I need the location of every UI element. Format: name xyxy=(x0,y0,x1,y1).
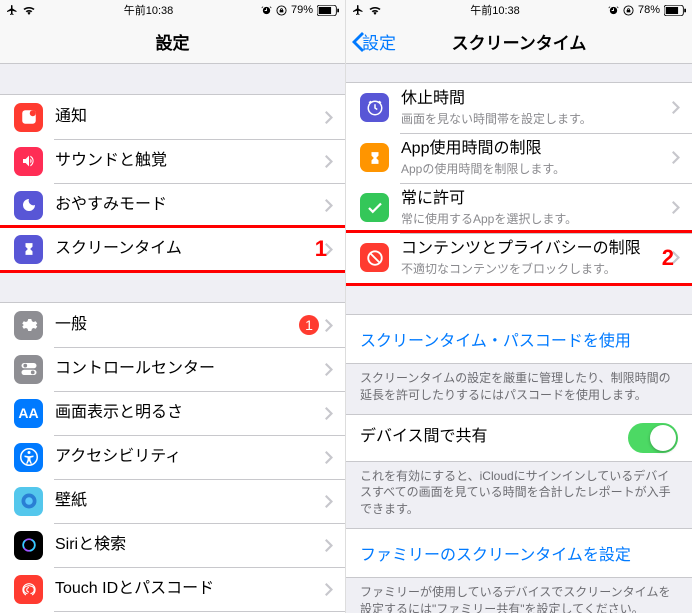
screentime-row-hourglass[interactable]: App使用時間の制限Appの使用時間を制限します。 xyxy=(346,133,692,183)
chevron-right-icon xyxy=(325,495,333,508)
row-label: 画面表示と明るさ xyxy=(55,403,319,424)
row-sublabel: 画面を見ない時間帯を設定します。 xyxy=(401,111,666,127)
share-label: デバイス間で共有 xyxy=(360,427,628,448)
share-description: これを有効にすると、iCloudにサインインしているデバイスすべての画面を見てい… xyxy=(346,462,692,528)
row-label: 休止時間 xyxy=(401,89,666,110)
nosign-icon xyxy=(360,243,389,272)
screentime-list[interactable]: 休止時間画面を見ない時間帯を設定します。App使用時間の制限Appの使用時間を制… xyxy=(346,64,692,613)
row-label: Touch IDとパスコード xyxy=(55,579,319,600)
siri-icon xyxy=(14,531,43,560)
airplane-icon xyxy=(6,4,18,16)
row-label: App使用時間の制限 xyxy=(401,139,666,160)
settings-row-fingerprint[interactable]: Touch IDとパスコード xyxy=(0,567,345,611)
settings-row-access[interactable]: アクセシビリティ xyxy=(0,435,345,479)
screentime-row-nosign[interactable]: コンテンツとプライバシーの制限不適切なコンテンツをブロックします。2 xyxy=(346,233,692,283)
status-time: 午前10:38 xyxy=(124,2,174,18)
hourglass-icon xyxy=(360,143,389,172)
settings-list[interactable]: 通知サウンドと触覚おやすみモードスクリーンタイム1 一般1コントロールセンターA… xyxy=(0,64,345,613)
gear-icon xyxy=(14,311,43,340)
back-button[interactable]: 設定 xyxy=(352,29,396,54)
access-icon xyxy=(14,443,43,472)
row-label: アクセシビリティ xyxy=(55,447,319,468)
row-label: 壁紙 xyxy=(55,491,319,512)
alarm-icon xyxy=(261,5,272,16)
passcode-description: スクリーンタイムの設定を厳重に管理したり、制限時間の延長を許可したりするにはパス… xyxy=(346,364,692,414)
alarm-icon xyxy=(608,5,619,16)
highlight-number: 1 xyxy=(315,236,327,262)
settings-row-wallpaper[interactable]: 壁紙 xyxy=(0,479,345,523)
nav-bar: 設定 スクリーンタイム xyxy=(346,20,692,64)
row-label: スクリーンタイム xyxy=(55,239,319,260)
moon-icon xyxy=(14,191,43,220)
wifi-icon xyxy=(22,5,36,15)
family-description: ファミリーが使用しているデバイスでスクリーンタイムを設定するには"ファミリー共有… xyxy=(346,578,692,613)
screentime-row-downtime[interactable]: 休止時間画面を見ない時間帯を設定します。 xyxy=(346,83,692,133)
row-sublabel: 常に使用するAppを選択します。 xyxy=(401,211,666,227)
row-label: 通知 xyxy=(55,107,319,128)
use-passcode-link[interactable]: スクリーンタイム・パスコードを使用 xyxy=(346,315,692,363)
highlight-number: 2 xyxy=(662,245,674,271)
toggles-icon xyxy=(14,355,43,384)
status-bar: 午前10:38 78% xyxy=(346,0,692,20)
notif-icon xyxy=(14,103,43,132)
nav-bar: 設定 xyxy=(0,20,345,64)
row-label: 常に許可 xyxy=(401,189,666,210)
chevron-right-icon xyxy=(672,201,680,214)
battery-percent: 79% xyxy=(291,4,313,16)
chevron-right-icon xyxy=(325,199,333,212)
settings-screen: 午前10:38 79% 設定 通知サウンドと触覚おやすみモードスクリーンタイム1… xyxy=(0,0,346,613)
chevron-right-icon xyxy=(325,451,333,464)
aa-icon: AA xyxy=(14,399,43,428)
row-label: おやすみモード xyxy=(55,195,319,216)
chevron-right-icon xyxy=(325,155,333,168)
row-label: Siriと検索 xyxy=(55,535,319,556)
rotation-lock-icon xyxy=(276,5,287,16)
settings-row-moon[interactable]: おやすみモード xyxy=(0,183,345,227)
back-label: 設定 xyxy=(362,29,396,54)
settings-row-toggles[interactable]: コントロールセンター xyxy=(0,347,345,391)
family-screentime-link[interactable]: ファミリーのスクリーンタイムを設定 xyxy=(346,529,692,577)
wallpaper-icon xyxy=(14,487,43,516)
row-label: コンテンツとプライバシーの制限 xyxy=(401,239,666,260)
notification-badge: 1 xyxy=(299,315,319,335)
chevron-right-icon xyxy=(672,101,680,114)
airplane-icon xyxy=(352,4,364,16)
page-title: 設定 xyxy=(156,29,190,54)
battery-icon xyxy=(664,5,686,16)
row-label: コントロールセンター xyxy=(55,359,319,380)
chevron-right-icon xyxy=(325,363,333,376)
settings-row-gear[interactable]: 一般 1 xyxy=(0,303,345,347)
wifi-icon xyxy=(368,5,382,15)
chevron-right-icon xyxy=(325,319,333,332)
row-label: サウンドと触覚 xyxy=(55,151,319,172)
settings-row-aa[interactable]: AA 画面表示と明るさ xyxy=(0,391,345,435)
row-sublabel: Appの使用時間を制限します。 xyxy=(401,161,666,177)
chevron-right-icon xyxy=(325,111,333,124)
hourglass-icon xyxy=(14,235,43,264)
settings-row-sound[interactable]: サウンドと触覚 xyxy=(0,139,345,183)
check-icon xyxy=(360,193,389,222)
chevron-right-icon xyxy=(672,151,680,164)
screentime-row-check[interactable]: 常に許可常に使用するAppを選択します。 xyxy=(346,183,692,233)
sound-icon xyxy=(14,147,43,176)
settings-row-siri[interactable]: Siriと検索 xyxy=(0,523,345,567)
share-toggle[interactable] xyxy=(628,423,678,453)
share-across-devices-row[interactable]: デバイス間で共有 xyxy=(346,415,692,461)
row-label: 一般 xyxy=(55,315,293,336)
downtime-icon xyxy=(360,93,389,122)
chevron-right-icon xyxy=(325,583,333,596)
fingerprint-icon xyxy=(14,575,43,604)
chevron-right-icon xyxy=(325,407,333,420)
battery-percent: 78% xyxy=(638,4,660,16)
status-bar: 午前10:38 79% xyxy=(0,0,345,20)
settings-row-notif[interactable]: 通知 xyxy=(0,95,345,139)
battery-icon xyxy=(317,5,339,16)
screentime-screen: 午前10:38 78% 設定 スクリーンタイム 休止時間画面を見ない時間帯を設定… xyxy=(346,0,692,613)
page-title: スクリーンタイム xyxy=(452,29,587,54)
settings-row-hourglass[interactable]: スクリーンタイム1 xyxy=(0,227,345,271)
rotation-lock-icon xyxy=(623,5,634,16)
chevron-right-icon xyxy=(325,539,333,552)
status-time: 午前10:38 xyxy=(470,2,520,18)
row-sublabel: 不適切なコンテンツをブロックします。 xyxy=(401,261,666,277)
